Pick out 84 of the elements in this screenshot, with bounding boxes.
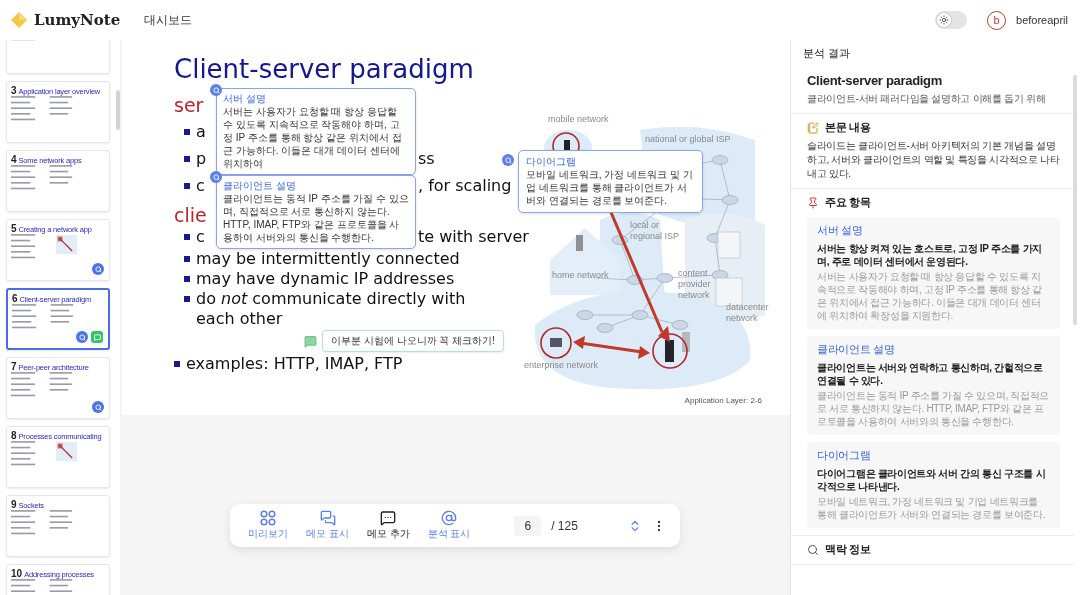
slide-preview-drawing	[11, 234, 77, 260]
slide-text: , for scaling	[418, 176, 512, 195]
slide-text: examples: HTTP, IMAP, FTP	[186, 354, 403, 374]
slide-heading: ser	[174, 94, 204, 116]
slide-text: c	[196, 176, 205, 196]
chat-bubbles-icon	[319, 510, 336, 526]
sun-icon	[939, 15, 949, 25]
bullet-icon	[184, 183, 190, 189]
section-title: 맥락 정보	[825, 542, 871, 557]
diagram-label: datacenter network	[726, 302, 770, 324]
nav-link[interactable]: 대시보드	[144, 11, 192, 29]
bullet-icon	[184, 129, 190, 135]
toolbar-button[interactable]: 미리보기	[244, 508, 293, 543]
analysis-subtitle: 클라이언트-서버 패러다임을 설명하고 이해를 돕기 위해	[807, 92, 1047, 106]
slide-footer: Application Layer: 2-6	[684, 396, 762, 405]
card-detail: 클라이언트는 동적 IP 주소를 가질 수 있으며, 직접적으로 서로 통신하지 않는다. HTTP, IMAP, FTP와 같은 프로토콜을 사용하여 서버와의 통신을 수행한다.	[817, 389, 1050, 428]
notebook-icon	[807, 121, 819, 134]
scrollbar[interactable]	[116, 90, 120, 130]
page-total: / 125	[551, 518, 578, 533]
search-icon[interactable]	[210, 171, 222, 183]
scrollbar[interactable]	[1073, 75, 1077, 325]
chat-bubble-icon	[380, 510, 397, 526]
slide-text: c	[196, 227, 205, 248]
toolbar-button[interactable]: 메모 표시	[302, 508, 353, 543]
memo-icon[interactable]	[304, 334, 317, 348]
search-icon[interactable]	[502, 154, 514, 166]
slide-text: p	[196, 149, 207, 169]
bullet-icon	[184, 276, 190, 282]
popup-text: 모바일 네트워크, 가정 네트워크 및 기업 네트워크를 통해 클라이언트가 서버와 연결되는 경로를 보여준다.	[526, 168, 694, 207]
search-icon[interactable]	[92, 401, 104, 413]
panel-heading: 분석 결과	[802, 46, 852, 61]
card-summary: 서버는 항상 켜져 있는 호스트로, 고정 IP 주소를 가지며, 주로 데이터 센터에서 운영된다.	[817, 242, 1043, 268]
bullet-icon	[184, 156, 190, 162]
slide-title: Client-server paradigm	[174, 54, 475, 84]
diagram-label: enterprise network	[524, 360, 599, 371]
section-text: 슬라이드는 클라이언트-서버 아키텍처의 기본 개념을 설명하고, 서버와 클라이언트의 역할 및 특징을 시각적으로 나타내고 있다.	[807, 139, 1060, 181]
search-icon	[807, 543, 819, 556]
card-summary: 다이어그램은 클라이언트와 서버 간의 통신 구조를 시각적으로 나타낸다.	[817, 467, 1047, 493]
popup-text: 서버는 사용자가 요청할 때 항상 응답할 수 있도록 지속적으로 작동해야 하며, 고정 IP 주소를 통해 항상 같은 위치에서 접근 가능하다. 이들은 대개 데이터 센터에 위치하여	[223, 105, 403, 170]
slide-text: te with server	[418, 227, 529, 247]
bullet-icon	[184, 234, 190, 241]
user-name: beforeapril	[1016, 14, 1068, 26]
popup-title: 서버 설명	[223, 92, 267, 105]
popup-title: 다이어그램	[526, 155, 577, 168]
memo-note: 이부분 시험에 나오니까 꼭 체크하기!	[322, 330, 504, 352]
section-title: 주요 항목	[825, 195, 871, 210]
card-detail: 모바일 네트워크, 가정 네트워크 및 기업 네트워크를 통해 클라이언트가 서버와 연결되는 경로를 보여준다.	[817, 495, 1047, 521]
card-summary: 클라이언트는 서버와 연락하고 통신하며, 간헐적으로 연결될 수 있다.	[817, 361, 1044, 387]
search-icon[interactable]	[76, 331, 88, 343]
toolbar-button[interactable]: 메모 추가	[362, 508, 414, 543]
card-title: 클라이언트 설명	[817, 342, 896, 357]
slide-text: a	[196, 122, 206, 142]
search-icon[interactable]	[92, 263, 104, 275]
card-title: 다이어그램	[817, 448, 872, 463]
popup-title: 클라이언트 설명	[223, 179, 297, 192]
bullet-icon	[184, 256, 190, 262]
card-detail: 서버는 사용자가 요청할 때 항상 응답할 수 있도록 지속적으로 작동해야 하며, 고정 IP 주소를 통해 항상 같은 위치에서 접근 가능하다. 이들은 대개 데이터 센터에 위치하여 확장성을 지원한다.	[817, 270, 1043, 322]
diagram-label: content provider network	[678, 268, 712, 301]
section-title: 본문 내용	[825, 120, 871, 135]
page-number-field[interactable]: 6	[514, 515, 542, 536]
slide-text: do not communicate directly with each other	[196, 289, 467, 329]
search-icon[interactable]	[210, 84, 222, 96]
grid-icon	[260, 510, 277, 526]
theme-switch[interactable]	[935, 11, 967, 29]
slide-heading: clie	[174, 203, 207, 226]
app-name: LumyNote	[34, 11, 121, 29]
pin-icon	[807, 196, 819, 209]
slide-preview-drawing	[11, 441, 77, 467]
popup-text: 클라이언트는 동적 IP 주소를 가질 수 있으며, 직접적으로 서로 통신하지 않는다. HTTP, IMAP, FTP와 같은 프로토콜을 사용하여 서버와의 통신을 수행한다.	[223, 192, 409, 244]
slide-text: may have dynamic IP addresses	[196, 269, 455, 289]
bullet-icon	[174, 361, 180, 367]
slide-text: ss	[418, 149, 435, 168]
diagram-label: national or global ISP	[645, 134, 731, 145]
logo-icon	[10, 11, 28, 29]
diagram-label: home network	[552, 270, 609, 281]
card-title: 서버 설명	[817, 223, 864, 238]
bullet-icon	[184, 296, 190, 302]
diagram-label: mobile network	[548, 114, 609, 125]
at-sign-icon	[441, 510, 458, 526]
toolbar-button[interactable]: 분석 표시	[423, 508, 475, 543]
slide-text: may be intermittently connected	[196, 249, 460, 269]
analysis-title: Client-server paradigm	[807, 73, 943, 88]
memo-icon[interactable]	[91, 331, 103, 343]
diagram-label: local or regional ISP	[630, 220, 680, 242]
